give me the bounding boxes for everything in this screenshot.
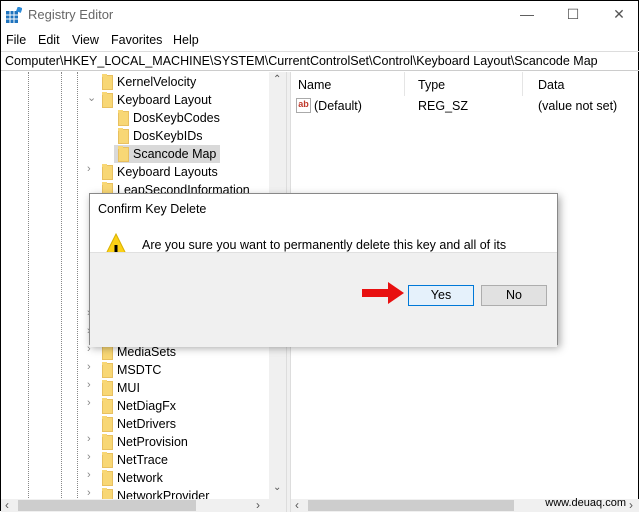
tree-item-label: DosKeybIDs bbox=[133, 129, 203, 143]
folder-icon bbox=[102, 164, 113, 180]
string-value-icon: ab bbox=[296, 98, 311, 113]
red-arrow-icon bbox=[362, 282, 404, 304]
value-row[interactable]: ab (Default) REG_SZ (value not set) bbox=[291, 97, 639, 115]
registry-icon bbox=[6, 7, 22, 23]
folder-icon bbox=[102, 74, 113, 90]
tree-item[interactable]: MUI bbox=[98, 379, 144, 397]
menu-favorites[interactable]: Favorites bbox=[111, 33, 162, 47]
value-type: REG_SZ bbox=[418, 99, 469, 113]
chevron-right-icon[interactable]: › bbox=[87, 469, 91, 481]
folder-icon bbox=[102, 380, 113, 396]
scroll-up-icon[interactable]: ⌃ bbox=[273, 74, 281, 85]
tree-item[interactable]: Scancode Map bbox=[114, 145, 221, 163]
tree-item[interactable]: Keyboard Layout bbox=[98, 91, 216, 109]
menu-help[interactable]: Help bbox=[173, 33, 199, 47]
confirm-key-delete-dialog: Confirm Key Delete Are you sure you want… bbox=[89, 193, 558, 347]
scroll-left-icon[interactable]: ‹ bbox=[295, 498, 299, 512]
maximize-button[interactable]: ☐ bbox=[550, 3, 596, 25]
tree-item-label: MediaSets bbox=[117, 345, 177, 359]
tree-item[interactable]: Keyboard Layouts bbox=[98, 163, 222, 181]
folder-icon bbox=[102, 434, 113, 450]
chevron-right-icon[interactable]: › bbox=[87, 163, 91, 175]
folder-icon bbox=[118, 128, 129, 144]
column-name[interactable]: Name bbox=[298, 78, 331, 92]
title-bar: Registry Editor — ☐ ✕ bbox=[1, 1, 639, 28]
chevron-right-icon[interactable]: › bbox=[87, 361, 91, 373]
tree-item[interactable]: DosKeybIDs bbox=[114, 127, 206, 145]
value-name: (Default) bbox=[314, 99, 362, 113]
tree-item-label: MSDTC bbox=[117, 363, 162, 377]
chevron-right-icon[interactable]: › bbox=[87, 397, 91, 409]
tree-item-label: NetDrivers bbox=[117, 417, 177, 431]
tree-item[interactable]: NetProvision bbox=[98, 433, 192, 451]
tree-item[interactable]: DosKeybCodes bbox=[114, 109, 224, 127]
no-button[interactable]: No bbox=[481, 285, 547, 306]
dialog-footer: Yes No bbox=[90, 252, 557, 347]
chevron-right-icon[interactable]: › bbox=[87, 451, 91, 463]
menu-view[interactable]: View bbox=[72, 33, 99, 47]
tree-item-label: Network bbox=[117, 471, 163, 485]
column-type[interactable]: Type bbox=[418, 78, 445, 92]
tree-horizontal-scrollbar[interactable]: ‹ › bbox=[1, 498, 286, 512]
scroll-right-icon[interactable]: › bbox=[256, 498, 260, 512]
tree-item[interactable]: NetDiagFx bbox=[98, 397, 180, 415]
tree-item-label: MUI bbox=[117, 381, 140, 395]
tree-item-label: Keyboard Layout bbox=[117, 93, 212, 107]
close-button[interactable]: ✕ bbox=[596, 3, 639, 25]
tree-item[interactable]: NetTrace bbox=[98, 451, 172, 469]
tree-item[interactable]: MSDTC bbox=[98, 361, 165, 379]
chevron-right-icon[interactable]: › bbox=[87, 379, 91, 391]
yes-button[interactable]: Yes bbox=[408, 285, 474, 306]
folder-icon bbox=[102, 416, 113, 432]
menu-bar: File Edit View Favorites Help bbox=[1, 29, 639, 51]
scroll-left-icon[interactable]: ‹ bbox=[5, 498, 9, 512]
tree-item-label: KernelVelocity bbox=[117, 75, 197, 89]
tree-item-label: Keyboard Layouts bbox=[117, 165, 218, 179]
chevron-right-icon[interactable]: › bbox=[87, 487, 91, 499]
window-title: Registry Editor bbox=[28, 7, 114, 22]
watermark: www.deuaq.com bbox=[545, 497, 626, 509]
tree-item-label: DosKeybCodes bbox=[133, 111, 220, 125]
scroll-right-icon[interactable]: › bbox=[629, 498, 633, 512]
folder-icon bbox=[102, 362, 113, 378]
dialog-title: Confirm Key Delete bbox=[98, 202, 207, 216]
folder-icon bbox=[102, 470, 113, 486]
value-data: (value not set) bbox=[538, 99, 618, 113]
folder-icon bbox=[102, 92, 113, 108]
minimize-button[interactable]: — bbox=[504, 3, 550, 25]
folder-icon bbox=[118, 146, 129, 162]
folder-icon bbox=[102, 452, 113, 468]
chevron-down-icon[interactable]: ⌄ bbox=[87, 91, 96, 104]
scroll-down-icon[interactable]: ⌄ bbox=[273, 482, 281, 493]
folder-icon bbox=[102, 344, 113, 360]
tree-item-label: NetTrace bbox=[117, 453, 168, 467]
chevron-right-icon[interactable]: › bbox=[87, 433, 91, 445]
tree-item-label: NetDiagFx bbox=[117, 399, 177, 413]
folder-icon bbox=[118, 110, 129, 126]
tree-item[interactable]: KernelVelocity bbox=[98, 73, 200, 91]
tree-item-label: Scancode Map bbox=[133, 147, 217, 161]
tree-item[interactable]: Network bbox=[98, 469, 167, 487]
address-bar[interactable]: Computer\HKEY_LOCAL_MACHINE\SYSTEM\Curre… bbox=[1, 51, 639, 71]
menu-edit[interactable]: Edit bbox=[38, 33, 60, 47]
menu-file[interactable]: File bbox=[6, 33, 26, 47]
tree-item-label: NetProvision bbox=[117, 435, 188, 449]
tree-item[interactable]: NetDrivers bbox=[98, 415, 180, 433]
column-data[interactable]: Data bbox=[538, 78, 564, 92]
folder-icon bbox=[102, 398, 113, 414]
